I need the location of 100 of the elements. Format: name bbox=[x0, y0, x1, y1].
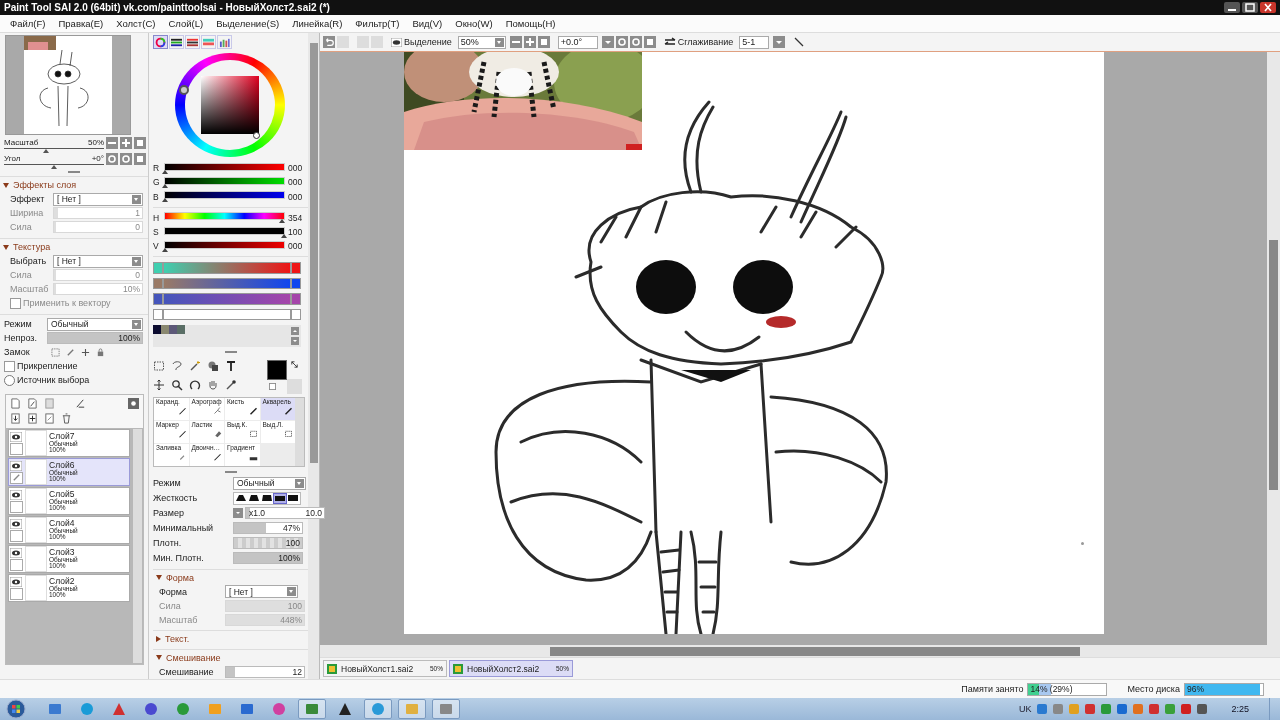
color-slider[interactable] bbox=[164, 226, 285, 235]
hardness-button[interactable] bbox=[235, 493, 247, 503]
tray-icon[interactable] bbox=[1053, 704, 1064, 714]
hardness-button[interactable] bbox=[287, 493, 299, 503]
slider[interactable]: 12 bbox=[225, 665, 305, 678]
section-header[interactable]: Смешивание bbox=[153, 651, 308, 665]
menu-item[interactable]: Слой(L) bbox=[164, 18, 213, 29]
scrollbar[interactable] bbox=[320, 645, 1280, 657]
minimize-icon[interactable] bbox=[1224, 2, 1240, 13]
color-mode-button[interactable] bbox=[153, 35, 168, 49]
color-mode-button[interactable] bbox=[185, 35, 200, 49]
zoom-field[interactable]: 50% bbox=[457, 35, 506, 49]
menu-item[interactable]: Вид(V) bbox=[408, 18, 452, 29]
scrollbar[interactable] bbox=[1267, 52, 1280, 645]
color-slider[interactable] bbox=[164, 212, 285, 221]
swap-icon[interactable] bbox=[663, 36, 676, 48]
color-slider[interactable] bbox=[164, 162, 285, 171]
canvas[interactable] bbox=[404, 52, 1104, 634]
tray-icon[interactable] bbox=[1037, 704, 1048, 714]
zoom-in-icon[interactable] bbox=[120, 137, 132, 149]
scroll-down-icon[interactable] bbox=[291, 337, 299, 346]
clock[interactable]: 2:25 bbox=[1231, 704, 1249, 714]
hardness-button[interactable] bbox=[274, 493, 286, 503]
color-slider[interactable] bbox=[164, 177, 285, 185]
slider-thumb[interactable] bbox=[162, 198, 168, 203]
rectangle-select-icon[interactable] bbox=[153, 360, 165, 373]
tray-icon[interactable] bbox=[1101, 704, 1112, 714]
mixer-start-color[interactable] bbox=[154, 278, 162, 289]
dropdown[interactable]: [ Нет ] bbox=[225, 585, 298, 599]
start-button[interactable] bbox=[6, 699, 26, 719]
hardness-button[interactable] bbox=[248, 493, 260, 503]
color-slider[interactable] bbox=[164, 191, 285, 200]
eye-icon[interactable] bbox=[10, 489, 22, 500]
slider-thumb[interactable] bbox=[51, 164, 57, 169]
mask-icon[interactable] bbox=[128, 398, 139, 409]
add-layer-icon[interactable] bbox=[27, 413, 38, 424]
tray-icon[interactable] bbox=[1117, 704, 1128, 714]
tray-icon[interactable] bbox=[1133, 704, 1144, 714]
menu-item[interactable]: Правка(E) bbox=[54, 18, 113, 29]
eye-icon[interactable] bbox=[10, 576, 22, 587]
merge-down-icon[interactable] bbox=[10, 413, 21, 424]
slider-thumb[interactable] bbox=[162, 247, 168, 252]
color-swatch[interactable] bbox=[153, 325, 161, 335]
tray-icon[interactable] bbox=[1085, 704, 1096, 714]
smoothing-field[interactable]: 5-1 bbox=[739, 35, 770, 49]
mixer-end-color[interactable] bbox=[292, 309, 300, 320]
slider-thumb[interactable] bbox=[43, 148, 49, 153]
foreground-color[interactable] bbox=[267, 360, 287, 381]
navigator-preview[interactable] bbox=[5, 35, 131, 135]
slider-thumb[interactable] bbox=[162, 169, 168, 174]
color-swatch[interactable] bbox=[161, 325, 169, 335]
slider[interactable]: 100 bbox=[233, 537, 303, 550]
scrollbar[interactable] bbox=[295, 398, 304, 467]
zoom-out-icon[interactable] bbox=[106, 137, 118, 149]
menu-item[interactable]: Фильтр(T) bbox=[351, 18, 409, 29]
slider-thumb[interactable] bbox=[281, 233, 287, 238]
new-vector-layer-icon[interactable] bbox=[27, 398, 38, 409]
new-folder-icon[interactable] bbox=[44, 398, 55, 409]
hardness-button[interactable] bbox=[261, 493, 273, 503]
color-mode-button[interactable] bbox=[201, 35, 216, 49]
slider[interactable]: Масштаб 50% bbox=[4, 137, 104, 149]
slider[interactable]: 47% bbox=[233, 522, 303, 535]
checkbox[interactable] bbox=[4, 360, 15, 372]
color-mixer-bar[interactable] bbox=[164, 263, 290, 273]
move-icon[interactable] bbox=[153, 378, 165, 391]
mixer-start-color[interactable] bbox=[154, 309, 162, 320]
scrollbar[interactable] bbox=[133, 429, 142, 663]
reset-icon[interactable] bbox=[134, 137, 146, 149]
menu-item[interactable]: Холст(C) bbox=[112, 18, 165, 29]
eye-icon[interactable] bbox=[10, 460, 22, 471]
zoom-icon[interactable] bbox=[171, 378, 183, 391]
color-mode-button[interactable] bbox=[217, 35, 232, 49]
rotate-left-icon[interactable] bbox=[615, 36, 628, 48]
menu-item[interactable]: Файл(F) bbox=[6, 18, 55, 29]
rotate-left-icon[interactable] bbox=[106, 153, 118, 165]
color-mixer-bar[interactable] bbox=[164, 278, 290, 289]
reset-icon[interactable] bbox=[643, 36, 656, 48]
slider-thumb[interactable] bbox=[278, 219, 285, 224]
mixer-start-color[interactable] bbox=[154, 263, 162, 273]
section-header[interactable]: Форма bbox=[153, 571, 308, 585]
menu-item[interactable]: Помощь(H) bbox=[501, 18, 565, 29]
maximize-icon[interactable] bbox=[1242, 2, 1258, 13]
line-icon[interactable] bbox=[793, 36, 806, 48]
color-swatch[interactable] bbox=[169, 325, 177, 335]
hand-icon[interactable] bbox=[207, 378, 219, 391]
section-header[interactable]: Эффекты слоя bbox=[0, 179, 148, 192]
rotate-icon[interactable] bbox=[189, 378, 201, 391]
slider-thumb[interactable] bbox=[162, 184, 168, 188]
menu-item[interactable]: Окно(W) bbox=[451, 18, 502, 29]
mixer-end-color[interactable] bbox=[292, 294, 300, 304]
close-icon[interactable] bbox=[1260, 2, 1276, 13]
menu-item[interactable]: Выделение(S) bbox=[212, 18, 289, 29]
lock-icon[interactable] bbox=[96, 347, 105, 357]
move-icon[interactable] bbox=[81, 347, 90, 357]
section-header[interactable]: Текст. bbox=[153, 632, 308, 646]
lock-pixels-icon[interactable] bbox=[51, 347, 60, 357]
pencil-icon[interactable] bbox=[66, 347, 75, 357]
eye-icon[interactable] bbox=[391, 37, 402, 47]
scroll-up-icon[interactable] bbox=[291, 327, 299, 336]
eye-icon[interactable] bbox=[10, 547, 22, 558]
